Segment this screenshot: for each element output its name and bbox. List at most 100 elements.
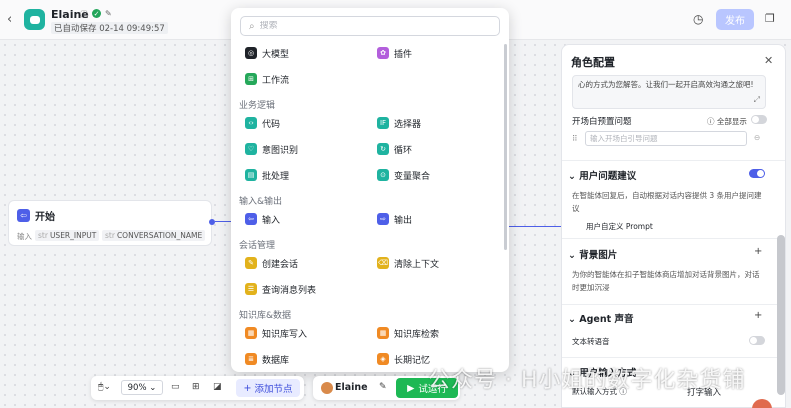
user-name: Elaine (335, 382, 368, 393)
zoom-select[interactable]: 90% ⌄ (121, 380, 163, 395)
bg-description: 为你的智能体在扣子智能体商店增加对话背景图片，对话时更加沉浸 (572, 270, 760, 292)
section-knowledge: 知识库&数据 (239, 311, 292, 321)
voice-section-title[interactable]: ⌄ Agent 声音 (568, 311, 634, 325)
app-logo (24, 9, 45, 30)
node-option-kb-search[interactable]: ▦ 知识库检索 (377, 325, 439, 341)
kb-write-icon: ▦ (245, 327, 257, 339)
node-option-selector[interactable]: IF 选择器 (377, 115, 421, 131)
panel-title: 角色配置 (571, 56, 615, 69)
divider (562, 238, 785, 239)
divider (562, 160, 785, 161)
avatar (321, 382, 333, 394)
aggregate-icon: ⊙ (377, 169, 389, 181)
prompt-text: 心的方式为您解答。让我们一起开启高效沟通之旅吧! (578, 80, 754, 89)
autosave-status: 已自动保存 02-14 09:49:57 (51, 22, 168, 34)
llm-icon: ◎ (245, 47, 257, 59)
expand-icon[interactable]: ⤢ (754, 95, 760, 105)
node-option-database[interactable]: ≣ 数据库 (245, 351, 289, 367)
info-icon[interactable]: ⓘ (80, 9, 88, 20)
start-node[interactable]: ⇦ 开始 输入 str USER_INPUT str CONVERSATION_NA… (8, 200, 212, 246)
duplicate-icon[interactable]: ❐ (765, 12, 775, 25)
back-chevron-icon[interactable]: ‹ (7, 12, 12, 27)
param-tag: str CONVERSATION_NAME (102, 230, 206, 241)
intent-icon: ♡ (245, 143, 257, 155)
workflow-icon: ⊞ (245, 73, 257, 85)
node-option-long-memory[interactable]: ◈ 长期记忆 (377, 351, 430, 367)
start-node-title: 开始 (35, 212, 55, 223)
output-port[interactable] (209, 219, 215, 225)
search-input[interactable] (259, 21, 460, 31)
tts-toggle[interactable] (749, 336, 765, 345)
message-list-icon: ☰ (245, 283, 257, 295)
node-option-kb-write[interactable]: ▦ 知识库写入 (245, 325, 307, 341)
layout-icon[interactable]: ⊞ (192, 382, 200, 392)
node-option-message-list[interactable]: ☰ 查询消息列表 (245, 281, 316, 297)
param-tag: str USER_INPUT (35, 230, 100, 241)
panel-scrollbar[interactable] (777, 235, 785, 395)
remove-icon[interactable]: ⊖ (754, 133, 760, 142)
history-icon[interactable]: ◷ (693, 12, 703, 26)
node-option-output[interactable]: ⇨ 输出 (377, 211, 412, 227)
node-option-intent[interactable]: ♡ 意图识别 (245, 141, 298, 157)
code-icon: ‹› (245, 117, 257, 129)
node-option-code[interactable]: ‹› 代码 (245, 115, 280, 131)
pointer-mode-icon[interactable]: 🖱︎⌄ (98, 382, 111, 392)
divider (562, 304, 785, 305)
clear-context-icon: ⌫ (377, 257, 389, 269)
node-picker-popup: ⌕ ◎大模型 ✿插件 ⊞工作流 业务逻辑 ‹›代码 IF选择器 ♡意图识别 ↻循… (231, 8, 509, 372)
node-option-clear-context[interactable]: ⌫ 清除上下文 (377, 255, 439, 271)
watermark: 公众号 · H小姐的数字化杂货铺 (428, 368, 746, 393)
node-option-input[interactable]: ⇦ 输入 (245, 211, 280, 227)
suggest-toggle[interactable] (749, 169, 765, 178)
opening-question-input[interactable]: 输入开场白引导问题 (585, 131, 747, 146)
comment-icon[interactable]: ▭ (171, 382, 180, 392)
add-node-button[interactable]: + 添加节点 (236, 379, 300, 397)
kb-search-icon: ▦ (377, 327, 389, 339)
start-node-icon: ⇦ (17, 209, 30, 222)
show-all-label: ⓘ 全部显示 (707, 117, 747, 126)
verified-check-icon: ✓ (92, 9, 101, 18)
edit-icon[interactable]: ✎ (379, 382, 387, 392)
section-session: 会话管理 (239, 241, 276, 251)
title-icons: ⓘ ✓ ✎ (80, 9, 112, 20)
node-option-workflow[interactable]: ⊞ 工作流 (245, 71, 289, 87)
long-memory-icon: ◈ (377, 353, 389, 365)
add-background-icon[interactable]: + (754, 246, 762, 257)
publish-button[interactable]: 发布 (716, 9, 754, 30)
search-icon: ⌕ (249, 20, 255, 32)
node-option-plugin[interactable]: ✿ 插件 (377, 45, 412, 61)
close-icon[interactable]: ✕ (764, 54, 773, 67)
section-business-logic: 业务逻辑 (239, 101, 276, 111)
picker-scrollbar[interactable] (504, 44, 507, 250)
batch-icon: ▤ (245, 169, 257, 181)
play-icon: ▶ (407, 382, 415, 394)
add-voice-icon[interactable]: + (754, 310, 762, 321)
drag-handle-icon[interactable]: ⠿ (572, 134, 578, 143)
loop-icon: ↻ (377, 143, 389, 155)
output-icon: ⇨ (377, 213, 389, 225)
suggest-section-title[interactable]: ⌄ 用户问题建议 (568, 168, 636, 182)
bg-section-title[interactable]: ⌄ 背景图片 (568, 247, 617, 261)
database-icon: ≣ (245, 353, 257, 365)
minimap-icon[interactable]: ◪ (213, 382, 222, 392)
custom-prompt-option[interactable]: 用户自定义 Prompt (586, 221, 653, 232)
search-box[interactable]: ⌕ (240, 16, 500, 36)
tts-label: 文本转语音 (572, 337, 610, 346)
opening-questions-label: 开场白预置问题 (572, 117, 632, 127)
selector-icon: IF (377, 117, 389, 129)
show-all-toggle[interactable] (751, 115, 767, 124)
node-option-aggregate[interactable]: ⊙ 变量聚合 (377, 167, 430, 183)
connection-edge (508, 226, 563, 227)
node-option-create-session[interactable]: ✎ 创建会话 (245, 255, 298, 271)
create-session-icon: ✎ (245, 257, 257, 269)
node-option-loop[interactable]: ↻ 循环 (377, 141, 412, 157)
node-option-llm[interactable]: ◎ 大模型 (245, 45, 289, 61)
edit-icon[interactable]: ✎ (105, 9, 112, 20)
suggest-description: 在智能体回复后，自动根据对话内容提供 3 条用户提问建议 (572, 191, 762, 213)
canvas-toolbar: 🖱︎⌄ 90% ⌄ ▭ ⊞ ◪ + 添加节点 (91, 376, 304, 400)
plus-icon: + (243, 382, 252, 394)
input-label: 输入 (17, 232, 32, 241)
node-option-batch[interactable]: ▤ 批处理 (245, 167, 289, 183)
section-io: 输入&输出 (239, 197, 283, 207)
prompt-textarea[interactable]: 心的方式为您解答。让我们一起开启高效沟通之旅吧! ⤢ (572, 75, 766, 109)
